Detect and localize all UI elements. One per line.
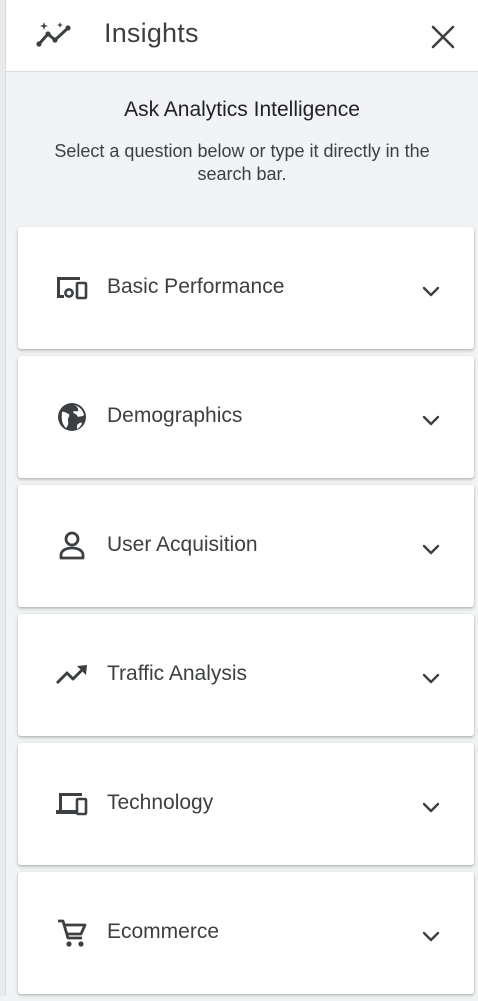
chevron-down-icon [418, 281, 444, 303]
category-user-acquisition[interactable]: User Acquisition [18, 485, 474, 607]
category-label: Basic Performance [107, 275, 285, 298]
category-label: Ecommerce [107, 920, 220, 943]
chevron-down-icon [418, 410, 444, 432]
devices-dashboard-icon [54, 272, 90, 304]
intro-section: Ask Analytics Intelligence Select a ques… [6, 72, 478, 186]
devices-icon [54, 788, 90, 820]
shopping-cart-icon [54, 917, 90, 949]
category-label: Demographics [107, 404, 243, 427]
category-label: Traffic Analysis [107, 662, 248, 685]
chevron-down-icon [418, 539, 444, 561]
category-basic-performance[interactable]: Basic Performance [18, 227, 474, 349]
chevron-down-icon [418, 797, 444, 819]
chevron-down-icon [418, 926, 444, 948]
insights-panel: Insights Ask Analytics Intelligence Sele… [6, 0, 478, 996]
category-ecommerce[interactable]: Ecommerce [18, 872, 474, 994]
category-traffic-analysis[interactable]: Traffic Analysis [18, 614, 474, 736]
question-categories: Basic Performance Demographics User Acqu… [18, 227, 474, 1001]
category-label: Technology [107, 791, 214, 814]
globe-icon [54, 401, 90, 433]
trending-up-icon [54, 659, 90, 691]
category-label: User Acquisition [107, 533, 258, 556]
panel-header: Insights [6, 0, 478, 72]
category-demographics[interactable]: Demographics [18, 356, 474, 478]
close-button[interactable] [426, 20, 460, 54]
panel-title: Insights [104, 18, 199, 48]
person-icon [54, 530, 90, 562]
chevron-down-icon [418, 668, 444, 690]
intro-text: Select a question below or type it direc… [54, 141, 430, 184]
close-icon [431, 25, 455, 49]
insights-sparkle-icon [36, 20, 72, 52]
intro-heading: Ask Analytics Intelligence [124, 98, 360, 121]
category-technology[interactable]: Technology [18, 743, 474, 865]
